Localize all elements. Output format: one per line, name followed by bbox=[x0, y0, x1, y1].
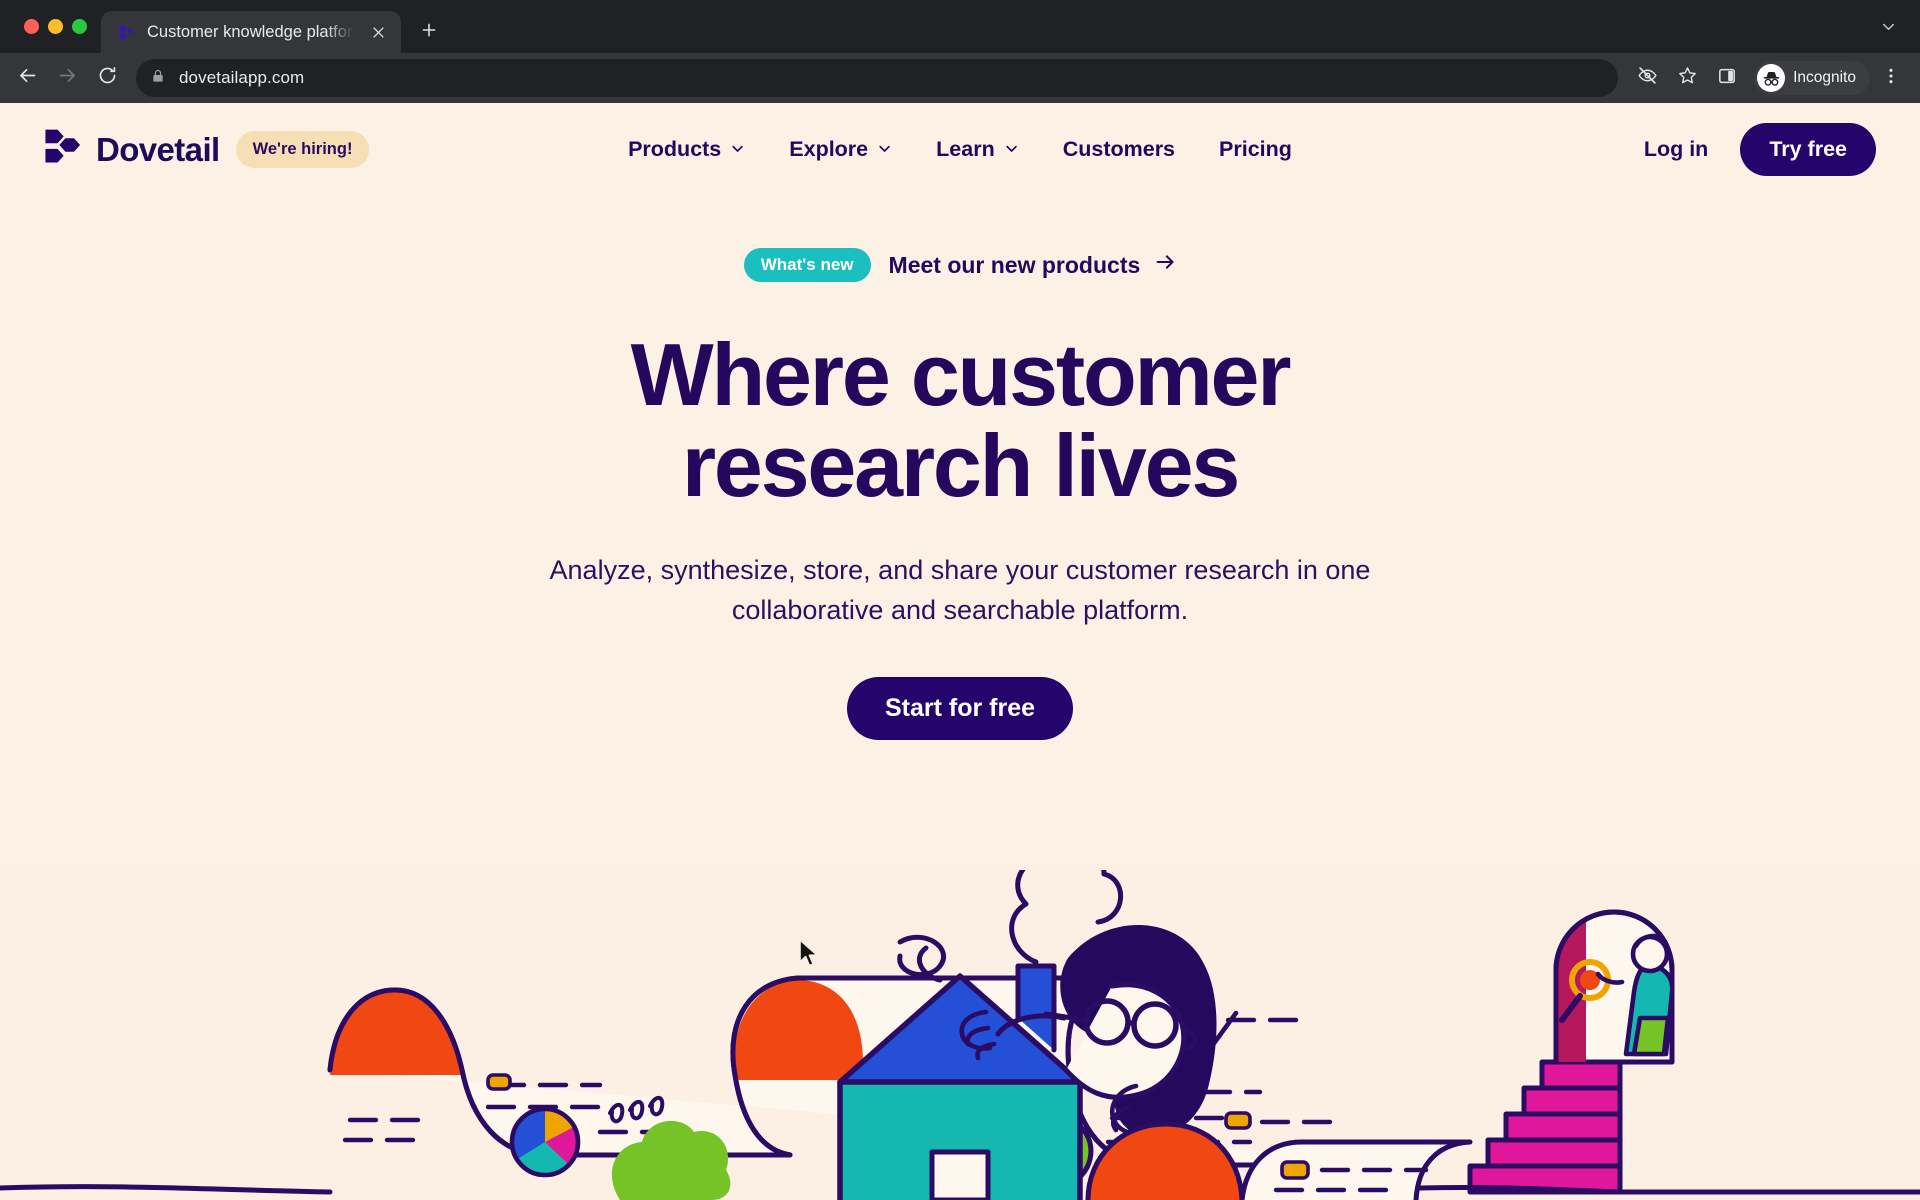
three-dot-menu-icon bbox=[1881, 66, 1901, 91]
new-tab-button[interactable] bbox=[411, 14, 447, 50]
window-close-button[interactable] bbox=[24, 19, 39, 34]
announcement-banner[interactable]: What's new Meet our new products bbox=[0, 248, 1920, 282]
brand-area: Dovetail We're hiring! bbox=[44, 128, 370, 172]
web-page-viewport: Dovetail We're hiring! Products Explore bbox=[0, 103, 1920, 1200]
try-free-button[interactable]: Try free bbox=[1740, 123, 1876, 176]
start-for-free-button[interactable]: Start for free bbox=[846, 677, 1074, 741]
chevron-down-icon bbox=[877, 137, 892, 162]
dovetail-favicon-icon bbox=[117, 23, 136, 42]
window-traffic-lights bbox=[16, 0, 101, 53]
chevron-down-icon bbox=[1879, 17, 1898, 41]
hero-title-line-2: research lives bbox=[681, 415, 1241, 515]
tracking-protection-button[interactable] bbox=[1628, 59, 1666, 97]
we-are-hiring-badge[interactable]: We're hiring! bbox=[235, 131, 370, 168]
reload-button[interactable] bbox=[88, 59, 126, 97]
tab-search-chevron-button[interactable] bbox=[1868, 9, 1908, 49]
hero-subtitle: Analyze, synthesize, store, and share yo… bbox=[549, 555, 1371, 626]
hero-section: Where customer research lives Analyze, s… bbox=[0, 329, 1920, 741]
nav-item-pricing-label: Pricing bbox=[1219, 137, 1292, 161]
profile-incognito-button[interactable]: Incognito bbox=[1754, 61, 1870, 95]
dovetail-wordmark: Dovetail bbox=[96, 130, 220, 168]
nav-item-products-label: Products bbox=[628, 137, 722, 161]
nav-item-explore-label: Explore bbox=[789, 137, 869, 161]
forward-arrow-icon bbox=[57, 65, 78, 91]
reload-icon bbox=[97, 65, 118, 91]
star-icon bbox=[1677, 65, 1698, 91]
side-panel-button[interactable] bbox=[1708, 59, 1746, 97]
back-button[interactable] bbox=[8, 59, 46, 97]
dovetail-logo-icon bbox=[44, 128, 84, 172]
nav-item-explore[interactable]: Explore bbox=[789, 137, 892, 162]
nav-item-customers[interactable]: Customers bbox=[1063, 137, 1175, 162]
browser-tab-title: Customer knowledge platform bbox=[147, 22, 354, 41]
window-minimize-button[interactable] bbox=[48, 19, 63, 34]
page-title: Where customer research lives bbox=[510, 329, 1410, 511]
browser-toolbar: dovetailapp.com Incognito bbox=[0, 53, 1920, 103]
lock-icon[interactable] bbox=[150, 68, 166, 89]
incognito-icon bbox=[1757, 64, 1786, 92]
chevron-down-icon bbox=[1004, 137, 1019, 162]
profile-label: Incognito bbox=[1793, 69, 1856, 86]
primary-nav: Products Explore Learn Customers Pricing bbox=[628, 137, 1292, 162]
browser-tab[interactable]: Customer knowledge platform bbox=[101, 11, 401, 53]
chevron-down-icon bbox=[730, 137, 745, 162]
side-panel-icon bbox=[1717, 66, 1737, 91]
back-arrow-icon bbox=[17, 65, 38, 91]
bookmark-button[interactable] bbox=[1668, 59, 1706, 97]
announcement-link[interactable]: Meet our new products bbox=[889, 251, 1177, 279]
window-maximize-button[interactable] bbox=[72, 19, 87, 34]
nav-item-products[interactable]: Products bbox=[628, 137, 745, 162]
browser-tab-strip: Customer knowledge platform bbox=[0, 0, 1920, 53]
address-bar[interactable]: dovetailapp.com bbox=[136, 59, 1619, 97]
nav-actions: Log in Try free bbox=[1644, 123, 1876, 176]
announcement-link-label: Meet our new products bbox=[888, 251, 1141, 278]
dovetail-home-link[interactable]: Dovetail bbox=[44, 128, 220, 172]
eye-slash-icon bbox=[1637, 65, 1658, 91]
browser-menu-button[interactable] bbox=[1872, 59, 1910, 97]
page-background-band bbox=[0, 865, 1920, 1200]
address-bar-url: dovetailapp.com bbox=[179, 68, 305, 87]
browser-window: Customer knowledge platform dovetailapp.… bbox=[0, 0, 1920, 1200]
hero-title-line-1: Where customer bbox=[630, 325, 1292, 424]
nav-item-learn-label: Learn bbox=[936, 137, 995, 161]
nav-item-learn[interactable]: Learn bbox=[936, 137, 1019, 162]
site-header-nav: Dovetail We're hiring! Products Explore bbox=[0, 103, 1920, 196]
whats-new-badge: What's new bbox=[743, 248, 871, 282]
log-in-link[interactable]: Log in bbox=[1644, 137, 1708, 162]
forward-button[interactable] bbox=[48, 59, 86, 97]
plus-icon bbox=[420, 21, 438, 44]
arrow-right-icon bbox=[1154, 251, 1176, 279]
tab-close-icon[interactable] bbox=[365, 19, 391, 45]
nav-item-pricing[interactable]: Pricing bbox=[1219, 137, 1292, 162]
nav-item-customers-label: Customers bbox=[1062, 137, 1176, 161]
